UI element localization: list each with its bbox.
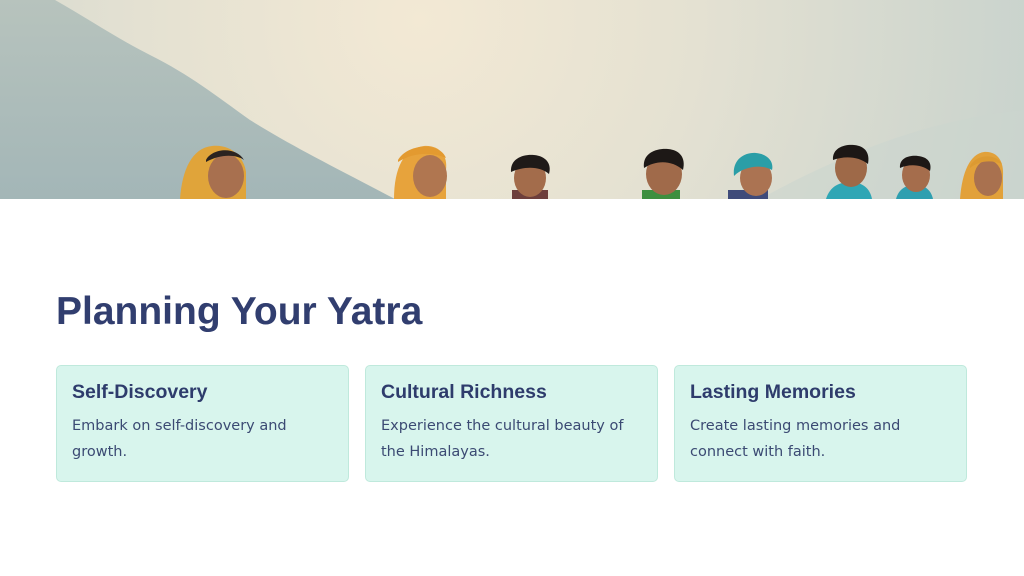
card-title: Self-Discovery — [72, 381, 208, 403]
feature-cards: Self-Discovery Embark on self-discovery … — [56, 365, 967, 482]
card-cultural-richness: Cultural Richness Experience the cultura… — [365, 365, 658, 482]
card-title: Lasting Memories — [690, 381, 856, 403]
page-title: Planning Your Yatra — [56, 290, 423, 333]
person-figure — [510, 154, 550, 199]
card-description: Embark on self-discovery and growth. — [72, 418, 287, 460]
card-title: Cultural Richness — [381, 381, 547, 403]
card-lasting-memories: Lasting Memories Create lasting memories… — [674, 365, 967, 482]
person-figure — [642, 148, 684, 199]
card-self-discovery: Self-Discovery Embark on self-discovery … — [56, 365, 349, 482]
card-description: Create lasting memories and connect with… — [690, 418, 901, 460]
card-description: Experience the cultural beauty of the Hi… — [381, 418, 624, 460]
hero-image — [0, 0, 1024, 199]
